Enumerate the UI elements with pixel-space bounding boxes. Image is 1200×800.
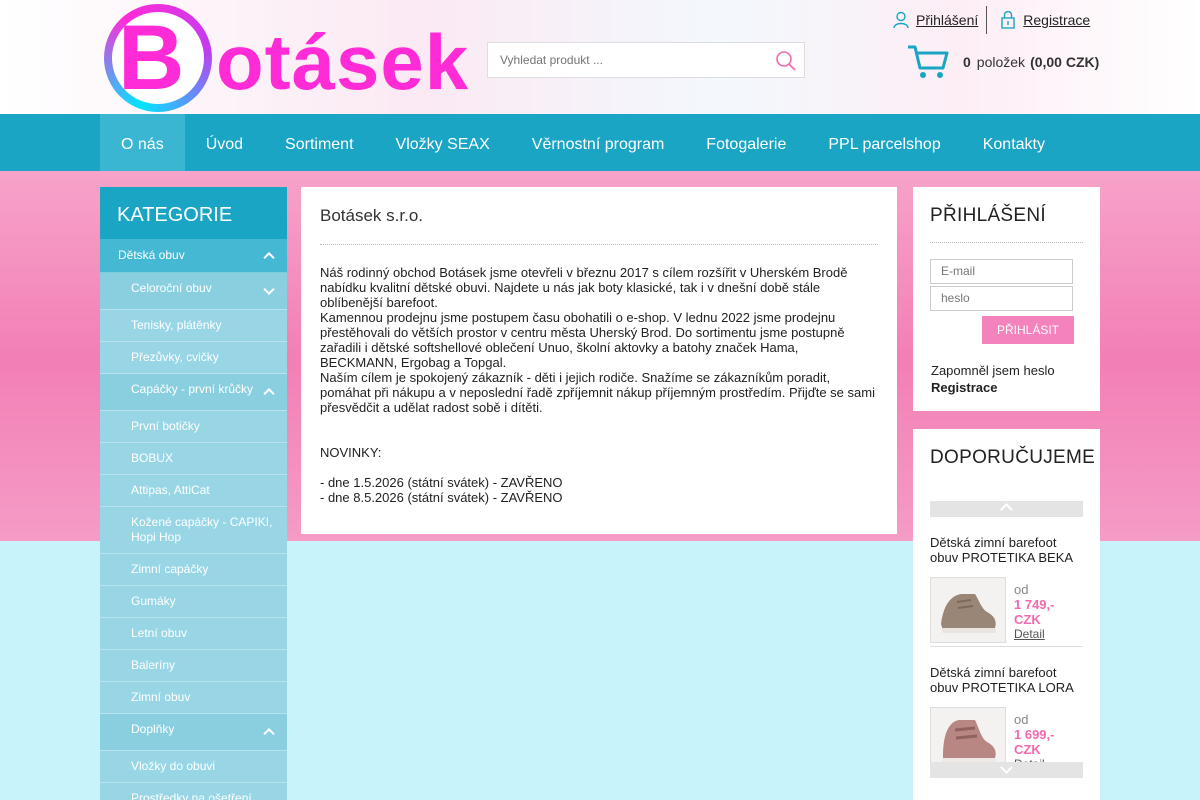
forgot-password-link[interactable]: Zapomněl jsem heslo	[931, 363, 1055, 378]
email-field[interactable]: E-mail	[930, 259, 1073, 284]
divider	[986, 6, 988, 34]
cart-count: 0	[963, 54, 971, 70]
category-sidebar: KATEGORIE Dětská obuv Celoroční obuv Ten…	[100, 187, 287, 800]
sidebar-item-label: Doplňky	[131, 722, 175, 736]
product-card[interactable]: Dětská zimní barefoot obuv PROTETIKA LOR…	[930, 647, 1083, 777]
main-content: Botásek s.r.o. Náš rodinný obchod Botáse…	[301, 187, 897, 534]
news-heading: NOVINKY:	[320, 445, 382, 460]
logo-letter: B	[118, 7, 185, 109]
news-item: - dne 1.5.2026 (státní svátek) - ZAVŘENO	[320, 475, 563, 490]
lock-icon	[999, 10, 1017, 29]
header: B otásek Přihlášení Registrace 0 položek…	[0, 0, 1200, 114]
product-price: 1 699,- CZK	[1014, 727, 1055, 757]
nav-item-vlozky-seax[interactable]: Vložky SEAX	[375, 114, 511, 171]
cart-total: (0,00 CZK)	[1030, 54, 1100, 70]
nav-item-uvod[interactable]: Úvod	[185, 114, 264, 171]
sidebar-item-doplnky[interactable]: Doplňky	[100, 714, 287, 751]
product-price: 1 749,- CZK	[1014, 597, 1055, 627]
carousel-up-button[interactable]	[930, 501, 1083, 517]
product-card[interactable]: Dětská zimní barefoot obuv PROTETIKA BEK…	[930, 517, 1083, 647]
page-title: Botásek s.r.o.	[320, 206, 878, 245]
search-input[interactable]	[488, 43, 758, 77]
product-info: od 1 749,- CZK Detail	[1014, 582, 1083, 642]
site-logo[interactable]: B otásek	[104, 4, 479, 112]
recommended-title: DOPORUČUJEME	[930, 447, 1096, 468]
chevron-down-icon[interactable]	[263, 283, 275, 296]
sidebar-item-bobux[interactable]: BOBUX	[100, 443, 287, 475]
chevron-down-icon	[1000, 761, 1013, 774]
sidebar-item-zimni-obuv[interactable]: Zimní obuv	[100, 682, 287, 714]
register-link-panel[interactable]: Registrace	[931, 380, 997, 395]
sidebar-item-celorocni-obuv[interactable]: Celoroční obuv	[100, 273, 287, 310]
sidebar-item-zimni-capacky[interactable]: Zimní capáčky	[100, 554, 287, 586]
sidebar-item-prostredky[interactable]: Prostředky na ošetření obuvi	[100, 783, 287, 800]
login-panel: PŘIHLÁŠENÍ E-mail heslo PŘIHLÁSIT Zapomn…	[913, 187, 1100, 411]
sidebar-item-prezuvky[interactable]: Přezůvky, cvičky	[100, 342, 287, 374]
main-navigation: O nás Úvod Sortiment Vložky SEAX Věrnost…	[100, 114, 1066, 171]
price-prefix: od	[1014, 582, 1029, 597]
chevron-up-icon[interactable]	[263, 727, 275, 740]
register-link[interactable]: Registrace	[1023, 12, 1090, 28]
product-detail-link[interactable]: Detail	[1014, 627, 1083, 642]
login-panel-title: PŘIHLÁŠENÍ	[930, 187, 1083, 243]
nav-item-o-nas[interactable]: O nás	[100, 114, 185, 171]
sidebar-item-kozene-capacky[interactable]: Kožené capáčky - CAPIKI, Hopi Hop	[100, 507, 287, 554]
password-field[interactable]: heslo	[930, 286, 1073, 311]
sidebar-item-capacky[interactable]: Capáčky - první krůčky	[100, 374, 287, 411]
product-image[interactable]	[930, 577, 1006, 643]
login-link[interactable]: Přihlášení	[916, 12, 978, 28]
chevron-up-icon[interactable]	[263, 251, 275, 263]
chevron-up-icon[interactable]	[263, 387, 275, 400]
sidebar-item-prvni-boticky[interactable]: První botičky	[100, 411, 287, 443]
sidebar-item-vlozky-do-obuvi[interactable]: Vložky do obuvi	[100, 751, 287, 783]
sidebar-item-label: Dětská obuv	[118, 248, 185, 262]
nav-item-vernostni-program[interactable]: Věrnostní program	[511, 114, 686, 171]
carousel-down-button[interactable]	[930, 761, 1083, 778]
product-name[interactable]: Dětská zimní barefoot obuv PROTETIKA BEK…	[930, 535, 1083, 565]
sidebar-item-baleriny[interactable]: Baleríny	[100, 650, 287, 682]
chevron-up-icon	[1000, 503, 1013, 516]
about-paragraph-1: Náš rodinný obchod Botásek jsme otevřeli…	[320, 265, 848, 310]
recommended-panel: DOPORUČUJEME Dětská zimní barefoot obuv …	[913, 429, 1100, 800]
logo-text: otásek	[216, 18, 470, 106]
price-prefix: od	[1014, 712, 1029, 727]
search-icon[interactable]	[774, 49, 798, 73]
sidebar-item-label: Celoroční obuv	[131, 281, 212, 295]
cart-items-label: položek	[976, 54, 1026, 70]
nav-item-kontakty[interactable]: Kontakty	[962, 114, 1066, 171]
product-name[interactable]: Dětská zimní barefoot obuv PROTETIKA LOR…	[930, 665, 1083, 695]
cart-icon	[907, 44, 949, 80]
cart-summary[interactable]: 0 položek (0,00 CZK)	[907, 42, 1107, 82]
user-icon	[892, 11, 910, 29]
about-paragraph-3: Naším cílem je spokojený zákazník - děti…	[320, 370, 875, 415]
nav-item-sortiment[interactable]: Sortiment	[264, 114, 374, 171]
sidebar-item-label: Capáčky - první krůčky	[131, 382, 254, 396]
sidebar-item-gumaky[interactable]: Gumáky	[100, 586, 287, 618]
sidebar-item-attipas[interactable]: Attipas, AttiCat	[100, 475, 287, 507]
nav-item-ppl-parcelshop[interactable]: PPL parcelshop	[807, 114, 961, 171]
nav-item-fotogalerie[interactable]: Fotogalerie	[685, 114, 807, 171]
sidebar-item-tenisky[interactable]: Tenisky, plátěnky	[100, 310, 287, 342]
about-paragraph-2: Kamennou prodejnu jsme postupem času obo…	[320, 310, 845, 370]
login-button[interactable]: PŘIHLÁSIT	[982, 316, 1074, 344]
search-bar	[487, 42, 805, 78]
sidebar-item-letni-obuv[interactable]: Letní obuv	[100, 618, 287, 650]
sidebar-title: KATEGORIE	[100, 187, 287, 239]
account-links: Přihlášení Registrace	[892, 6, 1090, 34]
news-item: - dne 8.5.2026 (státní svátek) - ZAVŘENO	[320, 490, 563, 505]
sidebar-item-detska-obuv[interactable]: Dětská obuv	[100, 239, 287, 273]
